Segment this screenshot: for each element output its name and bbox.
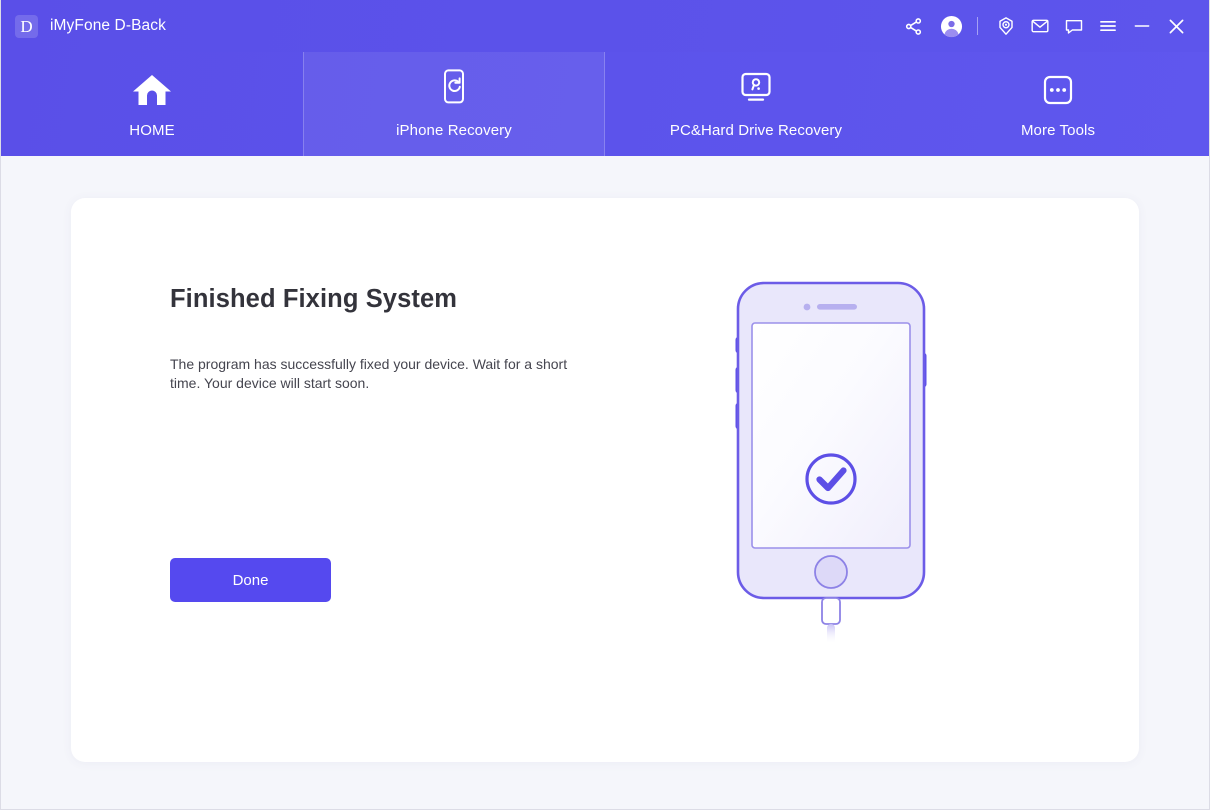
menu-icon[interactable] xyxy=(1091,9,1125,43)
home-icon xyxy=(130,70,174,110)
status-description: The program has successfully fixed your … xyxy=(170,356,568,391)
nav-label-home: HOME xyxy=(129,121,175,139)
nav-tab-home[interactable]: HOME xyxy=(1,52,303,156)
nav-tab-pc-hard-drive-recovery[interactable]: PC&Hard Drive Recovery xyxy=(605,52,907,156)
nav-label-more-tools: More Tools xyxy=(1020,121,1096,139)
mail-icon[interactable] xyxy=(1023,9,1057,43)
done-button[interactable]: Done xyxy=(170,558,331,602)
monitor-search-icon xyxy=(734,70,778,110)
content-area: Finished Fixing System The program has s… xyxy=(1,156,1209,809)
phone-refresh-icon xyxy=(437,68,471,110)
account-avatar-icon[interactable] xyxy=(936,11,966,41)
share-icon[interactable] xyxy=(896,9,930,43)
panel-card: Finished Fixing System The program has s… xyxy=(71,198,1139,762)
nav-tab-more-tools[interactable]: More Tools xyxy=(907,52,1209,156)
title-bar-actions xyxy=(896,9,1193,43)
app-title: iMyFone D-Back xyxy=(50,17,166,34)
support-icon[interactable] xyxy=(989,9,1023,43)
titlebar-separator xyxy=(977,17,978,35)
chat-icon[interactable] xyxy=(1057,9,1091,43)
app-logo-icon: D xyxy=(15,14,38,38)
iphone-success-illustration xyxy=(731,275,931,645)
app-window: D iMyFone D-Back HOME iPhone Recovery PC… xyxy=(0,0,1210,810)
brand: D iMyFone D-Back xyxy=(15,14,166,38)
minimize-icon[interactable] xyxy=(1125,9,1159,43)
nav-tab-iphone-recovery[interactable]: iPhone Recovery xyxy=(303,52,605,156)
nav-label-pc-hard-drive-recovery: PC&Hard Drive Recovery xyxy=(669,121,843,139)
page-title: Finished Fixing System xyxy=(170,285,458,313)
main-nav: HOME iPhone Recovery PC&Hard Drive Recov… xyxy=(1,52,1209,156)
nav-label-iphone-recovery: iPhone Recovery xyxy=(396,121,512,139)
close-icon[interactable] xyxy=(1159,9,1193,43)
more-dots-icon xyxy=(1040,70,1076,110)
title-bar: D iMyFone D-Back xyxy=(1,0,1209,52)
